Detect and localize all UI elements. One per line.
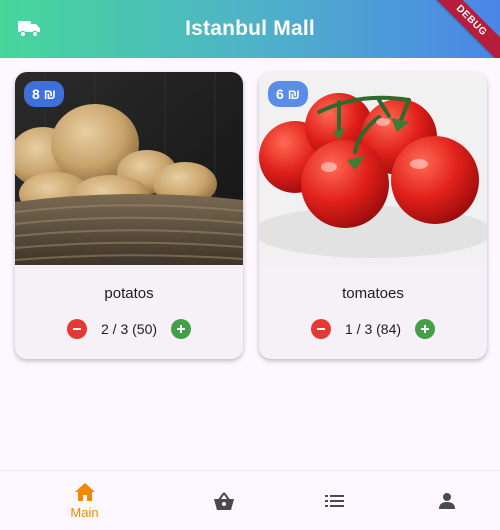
decrement-button[interactable]: [310, 319, 331, 339]
quantity-stepper: 2 / 3 (50): [15, 318, 243, 340]
basket-icon: [213, 492, 234, 510]
product-grid: 8 ₪ potatos 2 / 3 (50) 6 ₪ tomatoes 1 / …: [15, 72, 487, 359]
decrement-button[interactable]: [66, 319, 87, 339]
product-name: potatos: [104, 285, 154, 302]
product-card[interactable]: 8 ₪ potatos 2 / 3 (50): [15, 72, 243, 359]
quantity-value: 2 / 3 (50): [100, 321, 158, 337]
page-title: Istanbul Mall: [185, 17, 315, 40]
nav-label-main: Main: [70, 505, 99, 520]
nav-item-profile[interactable]: [384, 471, 500, 530]
product-card[interactable]: 6 ₪ tomatoes 1 / 3 (84): [259, 72, 487, 359]
price-badge: 6 ₪: [268, 81, 309, 107]
list-icon: [324, 495, 344, 507]
nav-item-list[interactable]: [272, 471, 397, 530]
home-icon: [74, 483, 95, 501]
increment-button[interactable]: [415, 319, 436, 339]
person-icon: [438, 493, 455, 509]
bottom-nav: Main: [0, 470, 500, 530]
minus-icon: [316, 328, 325, 330]
quantity-value: 1 / 3 (84): [344, 321, 402, 337]
product-name: tomatoes: [342, 285, 404, 302]
nav-item-cart[interactable]: [161, 471, 286, 530]
increment-button[interactable]: [171, 319, 192, 339]
plus-icon: [421, 325, 430, 333]
debug-banner: DEBUG: [425, 0, 500, 58]
plus-icon: [177, 325, 186, 333]
truck-icon[interactable]: [18, 21, 40, 37]
quantity-stepper: 1 / 3 (84): [259, 318, 487, 340]
price-badge: 8 ₪: [24, 81, 65, 107]
minus-icon: [72, 328, 81, 330]
app-bar: Istanbul Mall DEBUG: [0, 0, 500, 58]
nav-item-main[interactable]: Main: [22, 471, 147, 530]
